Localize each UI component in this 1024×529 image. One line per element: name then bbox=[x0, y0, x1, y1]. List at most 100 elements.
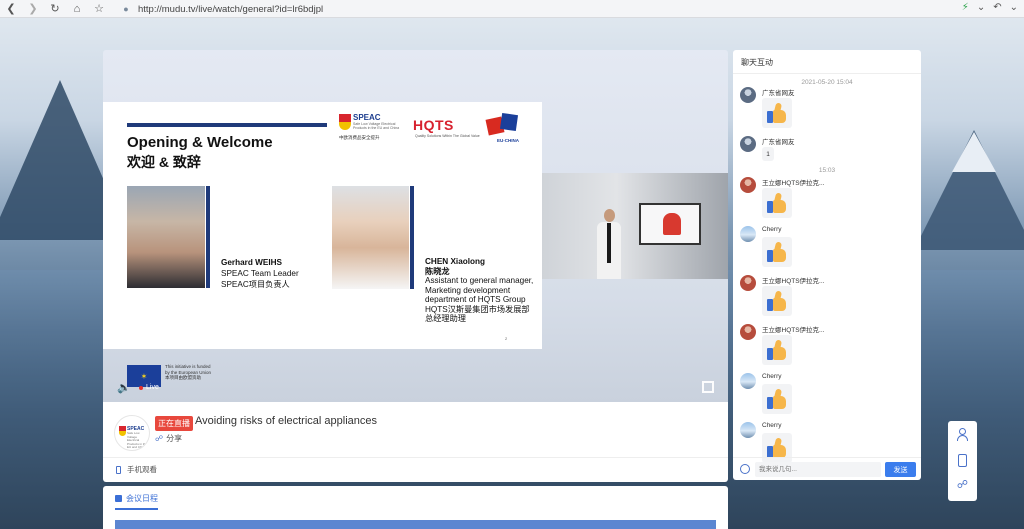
tab-agenda[interactable]: 会议日程 bbox=[115, 493, 158, 510]
fullscreen-icon[interactable] bbox=[702, 381, 714, 393]
presenter bbox=[597, 209, 621, 279]
hqts-logo: HQTS bbox=[413, 117, 454, 133]
send-button[interactable]: 发送 bbox=[885, 462, 916, 477]
speac-shield-icon bbox=[339, 114, 351, 130]
chat-input[interactable] bbox=[755, 462, 881, 477]
share-icon[interactable]: ☍ bbox=[956, 479, 969, 492]
chat-message: Cherry bbox=[740, 226, 915, 274]
address-bar[interactable]: ● http://mudu.tv/live/watch/general?id=l… bbox=[118, 2, 998, 16]
thumbs-up-icon bbox=[766, 437, 788, 459]
share-icon: ☍ bbox=[155, 434, 164, 443]
thumbs-up-icon bbox=[766, 290, 788, 312]
slide-page-number: 2 bbox=[505, 336, 508, 341]
share-button[interactable]: ☍ 分享 bbox=[155, 433, 182, 444]
chat-message: Cherry bbox=[740, 373, 915, 421]
thumbs-up-icon bbox=[766, 241, 788, 263]
calendar-icon bbox=[115, 495, 122, 502]
chat-message: 王立娜HQTS伊拉克... bbox=[740, 177, 915, 225]
star-icon[interactable]: ☆ bbox=[88, 0, 110, 18]
chat-bubble bbox=[762, 286, 792, 316]
photo-accent-bar bbox=[410, 186, 414, 289]
side-toolbar: ☍ bbox=[948, 421, 977, 501]
chevron-down-icon[interactable]: ⌄ bbox=[1010, 2, 1018, 13]
speac-logo: SPEAC Safe Low Voltage Electrical Produc… bbox=[339, 113, 400, 140]
chat-sender-name: Cherry bbox=[762, 226, 782, 233]
chat-bubble bbox=[762, 384, 792, 414]
undo-icon[interactable]: ↶ bbox=[993, 2, 1001, 13]
chat-panel: 聊天互动 2021-05-20 15:04 15:03 广东省网友 广东省网友 1 王立娜… bbox=[733, 50, 921, 480]
thumbs-up-icon bbox=[766, 339, 788, 361]
chat-sender-name: Cherry bbox=[762, 373, 782, 380]
reload-icon[interactable]: ↻ bbox=[44, 0, 66, 18]
live-status-badge: 正在直播 bbox=[155, 416, 193, 431]
divider bbox=[103, 457, 728, 458]
chat-message-list[interactable]: 2021-05-20 15:04 15:03 广东省网友 广东省网友 1 王立娜HQTS伊… bbox=[733, 75, 921, 463]
avatar[interactable] bbox=[740, 136, 756, 152]
slide-title-cn: 欢迎 & 致辞 bbox=[127, 154, 201, 170]
slide-title: Opening & Welcome bbox=[127, 134, 273, 151]
avatar[interactable] bbox=[740, 422, 756, 438]
chat-sender-name: Cherry bbox=[762, 422, 782, 429]
avatar[interactable] bbox=[740, 324, 756, 340]
video-player[interactable]: Opening & Welcome 欢迎 & 致辞 SPEAC Safe Low… bbox=[103, 50, 728, 402]
avatar[interactable] bbox=[740, 226, 756, 242]
browser-toolbar: ❮ ❯ ↻ ⌂ ☆ ● http://mudu.tv/live/watch/ge… bbox=[0, 0, 1024, 18]
chat-header: 聊天互动 bbox=[733, 50, 921, 74]
speac-shield-icon bbox=[119, 426, 126, 436]
emoji-icon[interactable] bbox=[740, 464, 750, 474]
chat-bubble bbox=[762, 98, 792, 128]
live-indicator-dot bbox=[139, 385, 143, 390]
avatar[interactable] bbox=[740, 373, 756, 389]
url-text: http://mudu.tv/live/watch/general?id=lr6… bbox=[138, 3, 324, 15]
player-controls: 🔈 Live bbox=[103, 373, 728, 402]
mobile-icon[interactable] bbox=[958, 454, 967, 467]
chevron-down-icon[interactable]: ⌄ bbox=[977, 2, 985, 13]
speaker-info-chen: CHEN Xiaolong 陈晓龙 Assistant to general m… bbox=[425, 257, 534, 323]
chat-sender-name: 广东省网友 bbox=[762, 139, 795, 146]
chat-sender-name: 王立娜HQTS伊拉克... bbox=[762, 278, 825, 285]
chat-input-bar: 发送 bbox=[733, 457, 921, 480]
stream-title: Avoiding risks of electrical appliances bbox=[195, 415, 377, 427]
mobile-watch-link[interactable]: 手机观看 bbox=[116, 464, 157, 475]
chat-bubble bbox=[762, 335, 792, 365]
stream-info-panel: SPEAC Safe Low Voltage Electrical Produc… bbox=[103, 402, 728, 482]
speaker-info-gerhard: Gerhard WEIHS SPEAC Team Leader SPEAC项目负… bbox=[221, 258, 299, 289]
avatar[interactable] bbox=[740, 87, 756, 103]
chat-sender-name: 王立娜HQTS伊拉克... bbox=[762, 327, 825, 334]
presentation-slide: Opening & Welcome 欢迎 & 致辞 SPEAC Safe Low… bbox=[103, 102, 542, 387]
chat-bubble bbox=[762, 188, 792, 218]
photo-accent-bar bbox=[206, 186, 210, 288]
studio-screen bbox=[639, 203, 701, 245]
avatar[interactable] bbox=[740, 177, 756, 193]
chat-sender-name: 广东省网友 bbox=[762, 90, 795, 97]
agenda-banner bbox=[115, 520, 716, 529]
user-icon[interactable] bbox=[956, 428, 969, 441]
slide-title-bar bbox=[127, 123, 327, 127]
home-icon[interactable]: ⌂ bbox=[66, 0, 88, 18]
chat-message: 王立娜HQTS伊拉克... bbox=[740, 275, 915, 323]
hqts-logo-tagline: Quality Solutions Within The Global Valu… bbox=[415, 134, 480, 138]
chat-message: 王立娜HQTS伊拉克... bbox=[740, 324, 915, 372]
extension-icon[interactable]: ⚡ bbox=[962, 2, 969, 13]
site-info-icon[interactable]: ● bbox=[118, 3, 134, 15]
thumbs-up-icon bbox=[766, 102, 788, 124]
thumbs-up-icon bbox=[766, 388, 788, 410]
chat-sender-name: 王立娜HQTS伊拉克... bbox=[762, 180, 825, 187]
forward-arrow-icon[interactable]: ❯ bbox=[22, 0, 44, 18]
speaker-photo-gerhard bbox=[127, 186, 205, 288]
presenter-camera-feed bbox=[542, 173, 728, 279]
phone-icon bbox=[116, 465, 121, 474]
background-snowcap bbox=[952, 132, 996, 172]
organizer-avatar[interactable]: SPEAC Safe Low Voltage Electrical Produc… bbox=[114, 415, 150, 451]
chat-bubble bbox=[762, 237, 792, 267]
agenda-panel: 会议日程 bbox=[103, 486, 728, 529]
avatar[interactable] bbox=[740, 275, 756, 291]
back-arrow-icon[interactable]: ❮ bbox=[0, 0, 22, 18]
thumbs-up-icon bbox=[766, 192, 788, 214]
speaker-photo-chen bbox=[332, 186, 409, 289]
chat-message: 广东省网友 bbox=[740, 87, 915, 135]
chat-bubble-text: 1 bbox=[762, 147, 774, 161]
volume-icon[interactable]: 🔈 bbox=[117, 381, 131, 394]
eu-flag-icon bbox=[499, 112, 519, 132]
live-label: Live bbox=[146, 384, 159, 391]
